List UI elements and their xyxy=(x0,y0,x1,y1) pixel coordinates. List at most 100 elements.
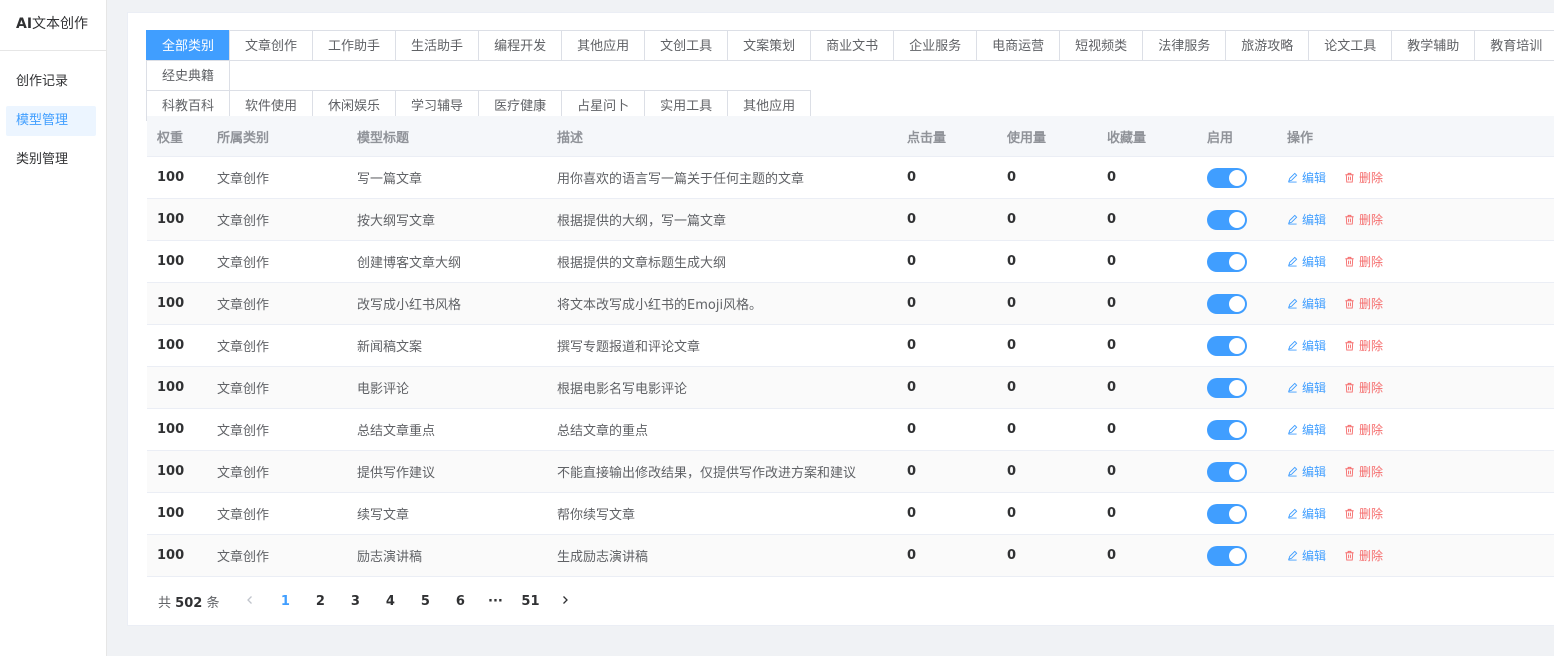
cell-uses: 0 xyxy=(997,198,1097,241)
trash-icon xyxy=(1345,298,1354,309)
next-page-button[interactable] xyxy=(550,594,580,609)
delete-button[interactable]: 删除 xyxy=(1344,547,1383,564)
page-ellipsis[interactable]: ··· xyxy=(480,594,510,609)
cell-actions: 编辑 删除 xyxy=(1277,492,1554,535)
cell-weight: 100 xyxy=(147,324,207,367)
enable-toggle[interactable] xyxy=(1207,503,1247,524)
edit-icon xyxy=(1288,424,1298,435)
category-tag[interactable]: 其他应用 xyxy=(561,30,646,61)
trash-icon xyxy=(1345,424,1354,435)
category-tag[interactable]: 教育培训 xyxy=(1474,30,1554,61)
page-button[interactable]: 6 xyxy=(445,594,475,609)
category-tag[interactable]: 教学辅助 xyxy=(1391,30,1476,61)
category-tag[interactable]: 电商运营 xyxy=(976,30,1061,61)
edit-button[interactable]: 编辑 xyxy=(1287,169,1326,186)
trash-icon xyxy=(1345,508,1354,519)
cell-actions: 编辑 删除 xyxy=(1277,282,1554,325)
delete-button[interactable]: 删除 xyxy=(1344,211,1383,228)
edit-button[interactable]: 编辑 xyxy=(1287,253,1326,270)
cell-title: 续写文章 xyxy=(347,492,547,535)
sidebar-item-records[interactable]: 创作记录 xyxy=(6,67,96,97)
cell-clicks: 0 xyxy=(897,156,997,199)
cell-enabled xyxy=(1197,156,1277,199)
cell-title: 写一篇文章 xyxy=(347,156,547,199)
delete-button[interactable]: 删除 xyxy=(1344,295,1383,312)
category-tag[interactable]: 经史典籍 xyxy=(146,60,231,91)
delete-button[interactable]: 删除 xyxy=(1344,253,1383,270)
trash-icon xyxy=(1345,256,1354,267)
page-button[interactable]: 2 xyxy=(305,594,335,609)
delete-button[interactable]: 删除 xyxy=(1344,169,1383,186)
delete-button[interactable]: 删除 xyxy=(1344,463,1383,480)
cell-weight: 100 xyxy=(147,156,207,199)
edit-button[interactable]: 编辑 xyxy=(1287,337,1326,354)
prev-page-button[interactable] xyxy=(235,594,265,609)
trash-icon xyxy=(1345,550,1354,561)
sidebar-item-category-management[interactable]: 类别管理 xyxy=(6,145,96,175)
sidebar-item-model-management[interactable]: 模型管理 xyxy=(6,106,96,136)
header-enabled: 启用 xyxy=(1197,116,1277,157)
page-button[interactable]: 3 xyxy=(340,594,370,609)
category-tag[interactable]: 编程开发 xyxy=(478,30,563,61)
category-tag[interactable]: 旅游攻略 xyxy=(1225,30,1310,61)
category-tag[interactable]: 文章创作 xyxy=(229,30,314,61)
header-category: 所属类别 xyxy=(207,116,347,157)
cell-category: 文章创作 xyxy=(207,450,347,493)
enable-toggle[interactable] xyxy=(1207,419,1247,440)
cell-desc: 总结文章的重点 xyxy=(547,408,897,451)
enable-toggle[interactable] xyxy=(1207,377,1247,398)
edit-button[interactable]: 编辑 xyxy=(1287,211,1326,228)
edit-label: 编辑 xyxy=(1302,296,1327,311)
enable-toggle[interactable] xyxy=(1207,461,1247,482)
edit-button[interactable]: 编辑 xyxy=(1287,379,1326,396)
category-tag[interactable]: 法律服务 xyxy=(1142,30,1227,61)
cell-favorites: 0 xyxy=(1097,324,1197,367)
table-row: 100 文章创作 按大纲写文章 根据提供的大纲，写一篇文章 0 0 0 编辑 删除 xyxy=(147,198,1554,241)
category-tag[interactable]: 全部类别 xyxy=(146,30,231,61)
enable-toggle[interactable] xyxy=(1207,167,1247,188)
edit-button[interactable]: 编辑 xyxy=(1287,547,1326,564)
cell-actions: 编辑 删除 xyxy=(1277,156,1554,199)
edit-button[interactable]: 编辑 xyxy=(1287,421,1326,438)
category-tag[interactable]: 短视频类 xyxy=(1059,30,1144,61)
trash-icon xyxy=(1345,466,1354,477)
category-tag[interactable]: 商业文书 xyxy=(810,30,895,61)
cell-actions: 编辑 删除 xyxy=(1277,408,1554,451)
enable-toggle[interactable] xyxy=(1207,209,1247,230)
toggle-knob xyxy=(1229,421,1245,438)
cell-enabled xyxy=(1197,198,1277,241)
cell-category: 文章创作 xyxy=(207,198,347,241)
delete-label: 删除 xyxy=(1359,212,1384,227)
delete-button[interactable]: 删除 xyxy=(1344,421,1383,438)
delete-button[interactable]: 删除 xyxy=(1344,337,1383,354)
page-button[interactable]: 51 xyxy=(515,594,545,609)
page-button[interactable]: 4 xyxy=(375,594,405,609)
delete-label: 删除 xyxy=(1359,338,1384,353)
edit-button[interactable]: 编辑 xyxy=(1287,463,1326,480)
cell-desc: 不能直接输出修改结果，仅提供写作改进方案和建议 xyxy=(547,450,897,493)
toggle-knob xyxy=(1229,169,1245,186)
category-tag[interactable]: 论文工具 xyxy=(1308,30,1393,61)
category-tag[interactable]: 企业服务 xyxy=(893,30,978,61)
enable-toggle[interactable] xyxy=(1207,545,1247,566)
delete-button[interactable]: 删除 xyxy=(1344,379,1383,396)
cell-desc: 帮你续写文章 xyxy=(547,492,897,535)
edit-icon xyxy=(1288,508,1298,519)
enable-toggle[interactable] xyxy=(1207,335,1247,356)
page-button[interactable]: 1 xyxy=(270,594,300,609)
category-tag[interactable]: 生活助手 xyxy=(395,30,480,61)
edit-icon xyxy=(1288,214,1298,225)
enable-toggle[interactable] xyxy=(1207,251,1247,272)
category-tag[interactable]: 文创工具 xyxy=(644,30,729,61)
edit-button[interactable]: 编辑 xyxy=(1287,505,1326,522)
page-button[interactable]: 5 xyxy=(410,594,440,609)
delete-button[interactable]: 删除 xyxy=(1344,505,1383,522)
enable-toggle[interactable] xyxy=(1207,293,1247,314)
pagination-total: 共 502 条 xyxy=(158,595,220,611)
cell-desc: 撰写专题报道和评论文章 xyxy=(547,324,897,367)
cell-weight: 100 xyxy=(147,240,207,283)
table-row: 100 文章创作 改写成小红书风格 将文本改写成小红书的Emoji风格。 0 0 0 编辑 删除 xyxy=(147,282,1554,325)
category-tag[interactable]: 文案策划 xyxy=(727,30,812,61)
category-tag[interactable]: 工作助手 xyxy=(312,30,397,61)
edit-button[interactable]: 编辑 xyxy=(1287,295,1326,312)
